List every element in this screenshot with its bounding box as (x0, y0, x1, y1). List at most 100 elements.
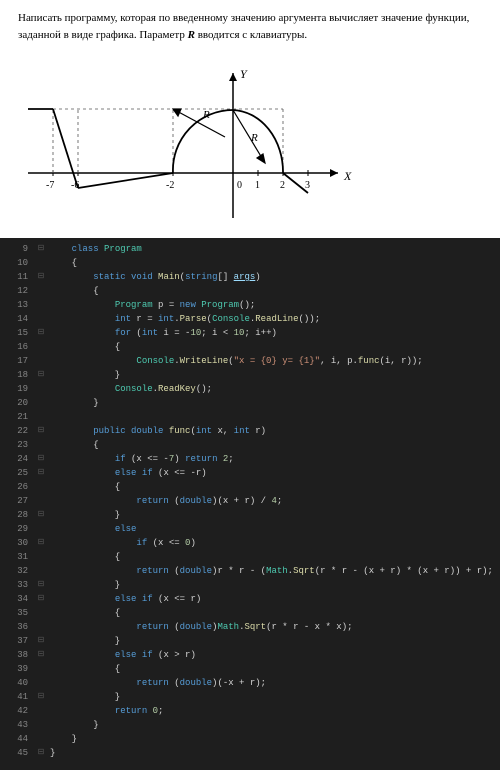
fold-icon (32, 410, 50, 424)
problem-text-suffix: вводится с клавиатуры. (198, 29, 307, 41)
code-line: 40 return (double)(-x + r); (0, 676, 500, 690)
fold-icon[interactable]: ⊟ (32, 536, 50, 550)
code-line: 30⊟ if (x <= 0) (0, 536, 500, 550)
line-number: 16 (0, 340, 32, 354)
line-number: 13 (0, 298, 32, 312)
line-number: 31 (0, 550, 32, 564)
line-number: 10 (0, 256, 32, 270)
fold-icon (32, 606, 50, 620)
fold-icon (32, 620, 50, 634)
y-axis-label: Y (240, 67, 248, 81)
code-line: 12 { (0, 284, 500, 298)
code-content: } (50, 634, 500, 648)
code-line: 45⊟} (0, 746, 500, 760)
code-content: } (50, 396, 500, 410)
line-number: 25 (0, 466, 32, 480)
fold-icon (32, 718, 50, 732)
line-number: 32 (0, 564, 32, 578)
fold-icon (32, 662, 50, 676)
fold-icon[interactable]: ⊟ (32, 592, 50, 606)
fold-icon (32, 354, 50, 368)
code-content: public double func(int x, int r) (50, 424, 500, 438)
line-number: 44 (0, 732, 32, 746)
code-line: 26 { (0, 480, 500, 494)
code-content (50, 410, 500, 424)
code-line: 27 return (double)(x + r) / 4; (0, 494, 500, 508)
fold-icon[interactable]: ⊟ (32, 578, 50, 592)
code-content: { (50, 340, 500, 354)
fold-icon[interactable]: ⊟ (32, 452, 50, 466)
r-label-2: R (250, 132, 258, 144)
code-content: else if (x <= r) (50, 592, 500, 606)
code-line: 10 { (0, 256, 500, 270)
code-content: return (double)(x + r) / 4; (50, 494, 500, 508)
line-number: 45 (0, 746, 32, 760)
code-editor: 9⊟ class Program10 {11⊟ static void Main… (0, 238, 500, 770)
fold-icon (32, 480, 50, 494)
fold-icon[interactable]: ⊟ (32, 746, 50, 760)
fold-icon (32, 256, 50, 270)
code-content: { (50, 438, 500, 452)
code-content: return (double)r * r - (Math.Sqrt(r * r … (50, 564, 500, 578)
code-content: { (50, 550, 500, 564)
code-line: 32 return (double)r * r - (Math.Sqrt(r *… (0, 564, 500, 578)
code-line: 18⊟ } (0, 368, 500, 382)
tick-neg2: -2 (166, 180, 174, 191)
code-line: 11⊟ static void Main(string[] args) (0, 270, 500, 284)
code-line: 22⊟ public double func(int x, int r) (0, 424, 500, 438)
code-content: } (50, 746, 500, 760)
line-number: 23 (0, 438, 32, 452)
graph-container: -7 -6 -2 0 1 2 3 X Y R (0, 53, 500, 238)
code-line: 42 return 0; (0, 704, 500, 718)
tick-2: 2 (280, 180, 285, 191)
fold-icon[interactable]: ⊟ (32, 368, 50, 382)
tick-3: 3 (305, 180, 310, 191)
fold-icon[interactable]: ⊟ (32, 634, 50, 648)
code-line: 38⊟ else if (x > r) (0, 648, 500, 662)
line-number: 20 (0, 396, 32, 410)
line-number: 36 (0, 620, 32, 634)
code-content: { (50, 284, 500, 298)
line-number: 27 (0, 494, 32, 508)
code-content: if (x <= 0) (50, 536, 500, 550)
code-line: 35 { (0, 606, 500, 620)
code-line: 13 Program p = new Program(); (0, 298, 500, 312)
line-number: 11 (0, 270, 32, 284)
code-line: 31 { (0, 550, 500, 564)
code-line: 25⊟ else if (x <= -r) (0, 466, 500, 480)
fold-icon[interactable]: ⊟ (32, 424, 50, 438)
line-number: 41 (0, 690, 32, 704)
fold-icon[interactable]: ⊟ (32, 508, 50, 522)
code-line: 19 Console.ReadKey(); (0, 382, 500, 396)
code-content: return (double)Math.Sqrt(r * r - x * x); (50, 620, 500, 634)
code-line: 28⊟ } (0, 508, 500, 522)
line-number: 15 (0, 326, 32, 340)
tick-neg7: -7 (46, 180, 54, 191)
code-content: else if (x <= -r) (50, 466, 500, 480)
fold-icon (32, 732, 50, 746)
x-axis-label: X (343, 169, 352, 183)
code-content: { (50, 480, 500, 494)
fold-icon (32, 522, 50, 536)
fold-icon[interactable]: ⊟ (32, 270, 50, 284)
tick-0: 0 (237, 180, 242, 191)
fold-icon (32, 312, 50, 326)
code-line: 33⊟ } (0, 578, 500, 592)
line-number: 9 (0, 242, 32, 256)
code-line: 16 { (0, 340, 500, 354)
code-line: 41⊟ } (0, 690, 500, 704)
fold-icon (32, 298, 50, 312)
fold-icon[interactable]: ⊟ (32, 466, 50, 480)
fold-icon[interactable]: ⊟ (32, 326, 50, 340)
line-number: 30 (0, 536, 32, 550)
code-content: } (50, 732, 500, 746)
fold-icon[interactable]: ⊟ (32, 690, 50, 704)
fold-icon (32, 396, 50, 410)
fold-icon[interactable]: ⊟ (32, 648, 50, 662)
line-number: 17 (0, 354, 32, 368)
code-content: class Program (50, 242, 500, 256)
code-line: 14 int r = int.Parse(Console.ReadLine())… (0, 312, 500, 326)
fold-icon[interactable]: ⊟ (32, 242, 50, 256)
code-line: 34⊟ else if (x <= r) (0, 592, 500, 606)
line-number: 29 (0, 522, 32, 536)
